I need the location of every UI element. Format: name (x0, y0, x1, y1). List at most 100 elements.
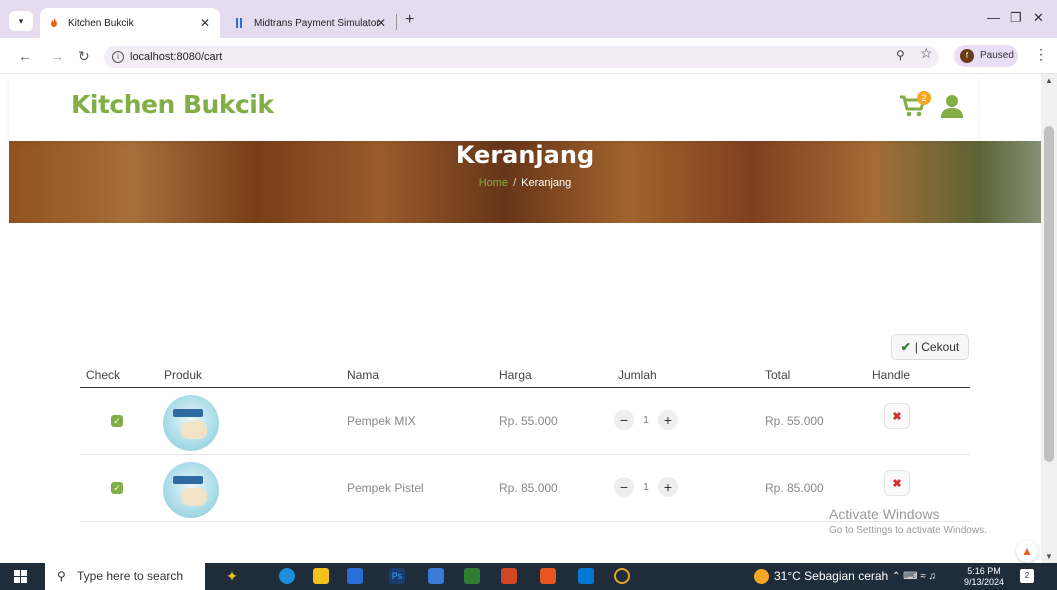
page-viewport: Kitchen Bukcik 2 Keranjang Home / Keranjan… (0, 74, 1041, 563)
scrollbar-thumb[interactable] (1044, 126, 1054, 462)
profile-status: Paused (980, 50, 1014, 61)
browser-menu-icon[interactable]: ⋮ (1034, 46, 1048, 63)
notification-count: 2 (1024, 571, 1030, 580)
scroll-down-arrow-icon[interactable]: ▼ (1045, 552, 1053, 561)
product-price: Rp. 55.000 (499, 414, 558, 428)
hero-banner: Keranjang Home / Keranjang (9, 141, 1041, 223)
weather-text: 31°C Sebagian cerah (774, 569, 889, 583)
product-image (163, 395, 219, 451)
activate-windows-watermark: Activate Windows Go to Settings to activ… (829, 506, 987, 536)
file-explorer-icon[interactable] (313, 568, 329, 584)
product-image (163, 462, 219, 518)
powerpoint-icon[interactable] (501, 568, 517, 584)
weather-widget[interactable]: 31°C Sebagian cerah (754, 563, 888, 590)
column-header-total: Total (765, 368, 791, 382)
zoom-icon[interactable]: ⚲ (896, 48, 905, 62)
minimize-icon[interactable]: — (987, 10, 1000, 25)
close-tab-icon[interactable]: ✕ (376, 16, 386, 30)
column-header-check: Check (86, 368, 121, 382)
quantity-stepper: − 1 + (614, 410, 678, 430)
reload-icon[interactable]: ↻ (78, 48, 90, 65)
increase-qty-button[interactable]: + (658, 477, 678, 497)
column-header-produk: Produk (164, 368, 203, 382)
search-icon: ⚲ (57, 569, 66, 583)
site-info-icon[interactable]: i (112, 51, 124, 63)
photoshop-icon[interactable]: Ps (389, 568, 405, 584)
profile-button[interactable]: f Paused (954, 45, 1018, 67)
breadcrumb-home-link[interactable]: Home (479, 177, 508, 189)
quantity-value: 1 (643, 481, 649, 493)
tab-search-button[interactable]: ▾ (9, 11, 33, 31)
close-tab-icon[interactable]: ✕ (200, 16, 210, 30)
product-total: Rp. 55.000 (765, 414, 824, 428)
fire-icon (51, 18, 57, 27)
product-name: Pempek MIX (347, 414, 416, 428)
site-logo[interactable]: Kitchen Bukcik (71, 90, 274, 119)
url-text: localhost:8080/cart (130, 51, 223, 63)
system-tray[interactable]: ⌃ ⌨ ≈ ♫ (892, 563, 936, 590)
delete-item-button[interactable]: ✖ (884, 403, 910, 429)
decrease-qty-button[interactable]: − (614, 410, 634, 430)
decrease-qty-button[interactable]: − (614, 477, 634, 497)
windows-start-icon[interactable] (14, 570, 27, 583)
breadcrumb-current: Keranjang (521, 177, 572, 189)
url-bar[interactable]: i localhost:8080/cart (104, 46, 939, 68)
new-tab-icon[interactable]: + (405, 11, 414, 29)
mail-icon[interactable] (347, 568, 363, 584)
checkout-label: | Cekout (914, 340, 960, 354)
windows-taskbar: ⚲ Type here to search ✦ Ps 31°C Sebagian… (0, 563, 1057, 590)
watermark-title: Activate Windows (829, 506, 940, 522)
column-header-jumlah: Jumlah (618, 368, 657, 382)
column-header-harga: Harga (499, 368, 532, 382)
breadcrumb-separator: / (513, 177, 517, 189)
quantity-value: 1 (643, 414, 649, 426)
page-scrollbar[interactable]: ▲ ▼ (1041, 74, 1057, 563)
bookmark-star-icon[interactable]: ☆ (920, 45, 933, 62)
row-checkbox[interactable]: ✓ (111, 482, 123, 494)
cart-table: Check Produk Nama Harga Jumlah Total Han… (80, 362, 970, 522)
forward-icon[interactable]: → (50, 48, 64, 64)
close-window-icon[interactable]: ✕ (1033, 10, 1044, 26)
table-row: ✓ Pempek MIX Rp. 55.000 − 1 + Rp. 55.000… (80, 388, 970, 455)
tab-kitchen-bukcik[interactable]: Kitchen Bukcik ✕ (40, 8, 220, 38)
delete-item-button[interactable]: ✖ (884, 470, 910, 496)
cart-count-badge: 2 (917, 91, 931, 105)
watermark-subtitle: Go to Settings to activate Windows. (829, 525, 987, 536)
fire-icon[interactable]: ▲ (1016, 540, 1038, 562)
restore-icon[interactable]: ❐ (1010, 10, 1022, 26)
excel-icon[interactable] (464, 568, 480, 584)
page-title: Keranjang (455, 141, 595, 169)
tab-midtrans[interactable]: Midtrans Payment Simulator ✕ (226, 8, 396, 38)
taskbar-search-input[interactable]: ⚲ Type here to search (45, 563, 205, 590)
taskbar-clock[interactable]: 5:16 PM 9/13/2024 (964, 566, 1004, 588)
midtrans-icon (236, 18, 242, 28)
row-checkbox[interactable]: ✓ (111, 415, 123, 427)
vscode-icon[interactable] (578, 568, 594, 584)
clock-time: 5:16 PM (967, 566, 1001, 576)
quantity-stepper: − 1 + (614, 477, 678, 497)
table-header: Check Produk Nama Harga Jumlah Total Han… (80, 362, 970, 388)
edge-icon[interactable] (279, 568, 295, 584)
product-name: Pempek Pistel (347, 481, 424, 495)
scroll-up-arrow-icon[interactable]: ▲ (1045, 76, 1053, 85)
tab-title: Kitchen Bukcik (68, 17, 134, 29)
column-header-nama: Nama (347, 368, 380, 382)
product-price: Rp. 85.000 (499, 481, 558, 495)
back-icon[interactable]: ← (18, 48, 32, 64)
user-icon[interactable] (940, 94, 964, 118)
chrome-icon[interactable] (614, 568, 630, 584)
product-total: Rp. 85.000 (765, 481, 824, 495)
clock-date: 9/13/2024 (964, 577, 1005, 587)
sparkle-icon[interactable]: ✦ (212, 568, 252, 584)
search-placeholder: Type here to search (77, 569, 184, 583)
breadcrumb: Home / Keranjang (9, 177, 1041, 189)
tab-title: Midtrans Payment Simulator (254, 17, 380, 29)
increase-qty-button[interactable]: + (658, 410, 678, 430)
store-icon[interactable] (428, 568, 444, 584)
checkout-button[interactable]: ✔ | Cekout (891, 334, 969, 360)
avatar: f (960, 49, 974, 63)
tab-divider (396, 14, 397, 30)
xampp-icon[interactable] (540, 568, 556, 584)
notification-center-icon[interactable]: 2 (1020, 569, 1034, 583)
browser-tab-bar: ▾ Kitchen Bukcik ✕ Midtrans Payment Simu… (0, 0, 1057, 38)
